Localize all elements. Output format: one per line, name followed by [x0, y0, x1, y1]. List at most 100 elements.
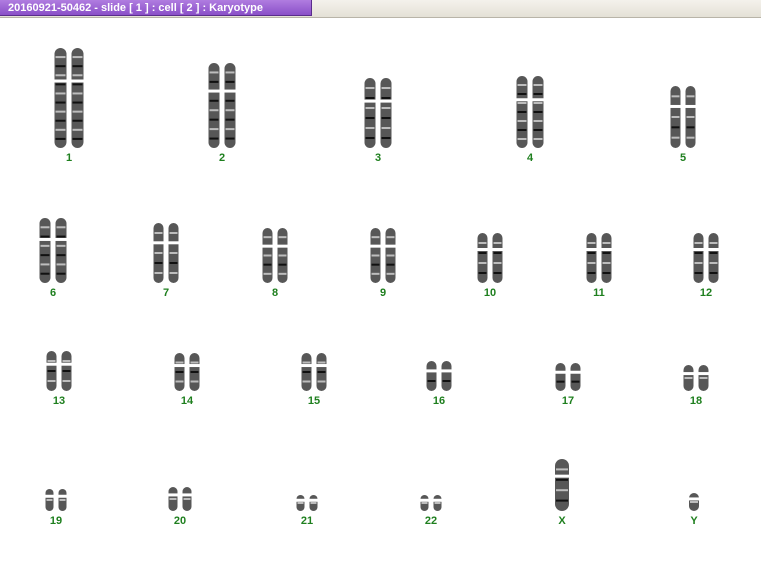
chromatid	[586, 233, 597, 283]
chromosome-pair-17[interactable]	[554, 363, 582, 391]
band	[278, 236, 287, 239]
chromosome-pair-1[interactable]	[53, 48, 85, 148]
band	[302, 361, 311, 364]
band	[365, 137, 375, 139]
band	[709, 242, 718, 244]
centromere	[692, 248, 705, 251]
chromosome-pair-Y[interactable]	[688, 493, 700, 511]
band	[587, 262, 596, 264]
band	[386, 263, 395, 266]
band	[209, 109, 219, 112]
band	[190, 361, 199, 364]
karyotype-figure	[38, 48, 720, 511]
band	[694, 252, 703, 254]
chromatid	[441, 361, 452, 391]
band	[686, 95, 695, 98]
band	[671, 116, 680, 118]
centromere	[167, 241, 180, 245]
chromosome-pair-21[interactable]	[295, 495, 319, 511]
band	[47, 380, 56, 382]
chromosome-pair-7[interactable]	[152, 223, 180, 283]
band	[72, 83, 83, 86]
chromosome-pair-10[interactable]	[476, 233, 504, 283]
band	[72, 56, 83, 59]
band	[55, 137, 66, 140]
band	[478, 242, 487, 244]
chromosome-pair-20[interactable]	[167, 487, 193, 511]
chromatid	[426, 361, 437, 391]
band	[62, 380, 71, 382]
band	[154, 272, 163, 274]
chromosome-pair-11[interactable]	[585, 233, 613, 283]
chromatid	[208, 63, 220, 148]
band	[556, 499, 568, 502]
chromosome-pair-19[interactable]	[44, 489, 68, 511]
band	[55, 92, 66, 95]
chromosome-pair-2[interactable]	[207, 63, 237, 148]
window-tab[interactable]: 20160921-50462 - slide [ 1 ] : cell [ 2 …	[0, 0, 312, 16]
chromosome-pair-14[interactable]	[173, 353, 201, 391]
chromosome-pair-5[interactable]	[669, 86, 697, 148]
band	[365, 107, 375, 109]
centromere	[688, 497, 700, 501]
chromosome-pair-12[interactable]	[692, 233, 720, 283]
band	[72, 92, 83, 95]
chromosome-label-4: 4	[526, 152, 534, 164]
chromosome-label-22: 22	[424, 515, 438, 527]
band	[190, 371, 199, 373]
chromosome-pair-4[interactable]	[515, 76, 545, 148]
chromosome-pair-18[interactable]	[682, 365, 710, 391]
centromere	[60, 362, 73, 366]
chromosome-pair-3[interactable]	[363, 78, 393, 148]
chromosome-pair-6[interactable]	[38, 218, 68, 283]
centromere	[379, 99, 393, 103]
band	[533, 102, 543, 104]
band	[225, 118, 235, 121]
band	[533, 93, 543, 95]
centromere	[682, 372, 695, 376]
centromere	[569, 370, 582, 374]
chromosome-label-21: 21	[300, 515, 314, 527]
centromere	[261, 244, 274, 248]
chromosome-pair-15[interactable]	[300, 353, 328, 391]
band	[587, 242, 596, 244]
chromosome-label-7: 7	[162, 287, 170, 299]
centromere	[53, 79, 68, 83]
band	[56, 272, 66, 275]
band	[602, 252, 611, 254]
chromosome-pair-16[interactable]	[425, 361, 453, 391]
band	[175, 361, 184, 364]
band	[602, 262, 611, 264]
band	[40, 235, 50, 238]
band	[371, 236, 380, 239]
band	[556, 478, 568, 481]
band	[434, 502, 441, 504]
chromosome-pair-22[interactable]	[419, 495, 443, 511]
band	[209, 128, 219, 131]
band	[297, 502, 304, 504]
band	[209, 80, 219, 83]
chromosome-pair-X[interactable]	[554, 459, 570, 511]
band	[56, 244, 66, 247]
centromere	[188, 364, 201, 368]
band	[493, 252, 502, 254]
chromosome-label-19: 19	[49, 515, 63, 527]
band	[478, 272, 487, 274]
band	[40, 226, 50, 229]
chromosome-pair-9[interactable]	[369, 228, 397, 283]
chromosome-label-Y: Y	[690, 515, 698, 527]
chromosome-pair-8[interactable]	[261, 228, 289, 283]
chromatid	[477, 233, 488, 283]
chromosome-pair-13[interactable]	[45, 351, 73, 391]
centromere	[684, 104, 697, 108]
band	[381, 97, 391, 99]
band	[55, 110, 66, 113]
chromosome-label-20: 20	[173, 515, 187, 527]
band	[56, 254, 66, 257]
band	[40, 244, 50, 247]
band	[47, 370, 56, 372]
band	[365, 127, 375, 129]
band	[263, 272, 272, 275]
chromosome-label-8: 8	[271, 287, 279, 299]
chromatid	[555, 363, 566, 391]
